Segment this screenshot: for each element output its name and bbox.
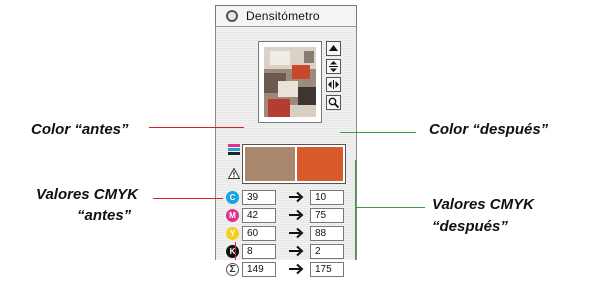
cmyk-despues-label-line2: “después”	[432, 218, 508, 235]
palette-title-bar[interactable]: Densitómetro	[215, 5, 357, 27]
value-before-field: 8	[242, 244, 276, 259]
palette-body: C 39 10 M 42 75 Y 60 88 K 8 2 Σ 149 175	[215, 27, 357, 277]
cmyk-row: K8 2	[224, 244, 352, 260]
after-color-swatch	[297, 147, 343, 181]
cmyk-despues-label-line1: Valores CMYK	[432, 196, 534, 213]
color-antes-line	[149, 127, 244, 128]
color-despues-line	[340, 132, 416, 133]
densitometer-palette: Densitómetro C 39 10 M 42 75 Y 60 88 K 8…	[215, 0, 357, 277]
cmyk-antes-drop-line	[235, 242, 236, 260]
color-antes-label: Color “antes”	[31, 121, 129, 138]
cmyk-antes-label-line2: “antes”	[77, 207, 132, 224]
value-before-field: 39	[242, 190, 276, 205]
cmyk-antes-line	[153, 198, 223, 199]
ink-y-icon: Y	[226, 227, 239, 240]
palette-title: Densitómetro	[246, 9, 320, 23]
ink-m-icon: M	[226, 209, 239, 222]
cmyk-row: C 39 10	[224, 190, 352, 206]
cmyk-despues-line	[355, 207, 425, 208]
right-arrow-icon	[288, 208, 304, 227]
color-despues-label: Color “después”	[429, 121, 549, 138]
value-after-field: 2	[310, 244, 344, 259]
right-arrow-icon	[288, 226, 304, 245]
zoom-button[interactable]	[326, 95, 341, 110]
color-swatches	[242, 144, 346, 184]
cmyk-mode-icon[interactable]	[228, 144, 240, 158]
scroll-up-button[interactable]	[326, 41, 341, 56]
gamut-warning-icon	[227, 166, 241, 184]
cmyk-row: M 42 75	[224, 208, 352, 224]
close-box-icon[interactable]	[226, 10, 238, 22]
before-color-swatch	[245, 147, 295, 181]
value-after-field: 75	[310, 208, 344, 223]
cmyk-antes-label-line1: Valores CMYK	[36, 186, 138, 203]
cmyk-row: Σ 149 175	[224, 262, 352, 278]
right-arrow-icon	[288, 262, 304, 281]
ink-c-icon: C	[226, 191, 239, 204]
cmyk-despues-vline	[355, 160, 356, 260]
value-after-field: 10	[310, 190, 344, 205]
value-after-field: 88	[310, 226, 344, 241]
fit-vertical-button[interactable]	[326, 59, 341, 74]
value-before-field: 149	[242, 262, 276, 277]
right-arrow-icon	[288, 244, 304, 263]
value-before-field: 60	[242, 226, 276, 241]
right-arrow-icon	[288, 190, 304, 209]
preview-photo	[264, 47, 316, 117]
ink-total-icon: Σ	[226, 263, 239, 276]
ink-k-icon: K	[226, 245, 239, 258]
value-before-field: 42	[242, 208, 276, 223]
fit-horizontal-button[interactable]	[326, 77, 341, 92]
value-after-field: 175	[310, 262, 344, 277]
cmyk-row: Y 60 88	[224, 226, 352, 242]
image-preview[interactable]	[258, 41, 322, 123]
